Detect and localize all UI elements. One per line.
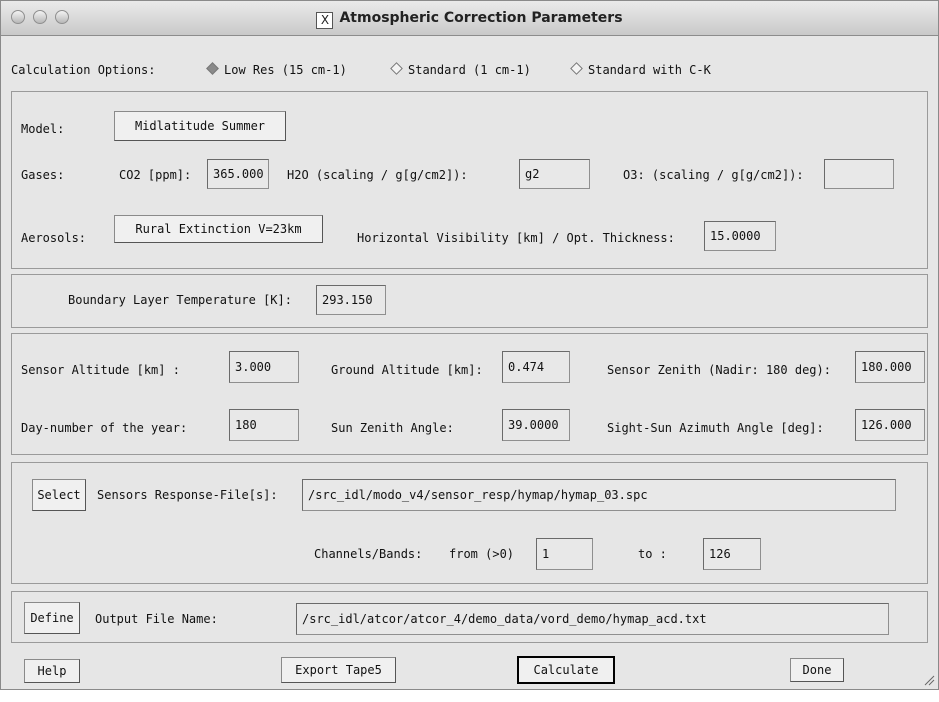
sun-zenith-input[interactable]: 39.0000 (502, 409, 570, 441)
co2-label: CO2 [ppm]: (119, 168, 192, 182)
window-title-wrap: X Atmospheric Correction Parameters (1, 1, 938, 35)
sensor-altitude-input[interactable]: 3.000 (229, 351, 299, 383)
o3-label: O3: (scaling / g[g/cm2]): (623, 168, 804, 182)
radio-unselected-icon (570, 62, 583, 75)
visibility-label: Horizontal Visibility [km] / Opt. Thickn… (357, 231, 675, 245)
o3-input[interactable] (824, 159, 894, 189)
radio-standard-label: Standard (1 cm-1) (408, 63, 531, 77)
azimuth-input[interactable]: 126.000 (855, 409, 925, 441)
radio-standard-ck-label: Standard with C-K (588, 63, 711, 77)
radio-selected-icon (206, 62, 219, 75)
output-file-label: Output File Name: (95, 612, 218, 626)
calculate-button[interactable]: Calculate (517, 656, 615, 684)
output-file-input[interactable]: /src_idl/atcor/atcor_4/demo_data/vord_de… (296, 603, 889, 635)
h2o-label: H2O (scaling / g[g/cm2]): (287, 168, 468, 182)
boundary-temp-label: Boundary Layer Temperature [K]: (68, 293, 292, 307)
sensor-zenith-label: Sensor Zenith (Nadir: 180 deg): (607, 363, 831, 377)
define-output-button[interactable]: Define (24, 602, 80, 634)
gases-label: Gases: (21, 168, 65, 182)
model-label: Model: (21, 122, 65, 136)
ground-altitude-input[interactable]: 0.474 (502, 351, 570, 383)
select-sensor-button[interactable]: Select (32, 479, 86, 511)
co2-input[interactable]: 365.000 (207, 159, 269, 189)
visibility-input[interactable]: 15.0000 (704, 221, 776, 251)
radio-standard[interactable]: Standard (1 cm-1) (390, 62, 531, 77)
ground-altitude-label: Ground Altitude [km]: (331, 363, 483, 377)
aerosol-type-button[interactable]: Rural Extinction V=23km (114, 215, 323, 243)
from-channel-input[interactable]: 1 (536, 538, 593, 570)
sensor-zenith-input[interactable]: 180.000 (855, 351, 925, 383)
sensor-file-label: Sensors Response-File[s]: (97, 488, 278, 502)
atmospheric-correction-window: X Atmospheric Correction Parameters Calcu… (0, 0, 939, 690)
h2o-input[interactable]: g2 (519, 159, 590, 189)
export-tape5-button[interactable]: Export Tape5 (281, 657, 396, 683)
sensor-file-input[interactable]: /src_idl/modo_v4/sensor_resp/hymap/hymap… (302, 479, 896, 511)
window-title: Atmospheric Correction Parameters (339, 10, 623, 26)
day-number-input[interactable]: 180 (229, 409, 299, 441)
title-bar: X Atmospheric Correction Parameters (1, 1, 938, 36)
channels-label: Channels/Bands: (314, 547, 423, 561)
x11-app-icon: X (316, 12, 334, 29)
boundary-temp-input[interactable]: 293.150 (316, 285, 386, 315)
calculation-options-label: Calculation Options: (11, 63, 156, 77)
radio-low-res[interactable]: Low Res (15 cm-1) (206, 62, 347, 77)
to-channel-input[interactable]: 126 (703, 538, 761, 570)
geometry-panel (11, 333, 928, 455)
help-button[interactable]: Help (24, 659, 80, 683)
done-button[interactable]: Done (790, 658, 844, 682)
azimuth-label: Sight-Sun Azimuth Angle [deg]: (607, 421, 824, 435)
model-select-button[interactable]: Midlatitude Summer (114, 111, 286, 141)
from-label: from (>0) (449, 547, 515, 561)
radio-standard-ck[interactable]: Standard with C-K (570, 62, 711, 77)
radio-unselected-icon (390, 62, 403, 75)
day-number-label: Day-number of the year: (21, 421, 188, 435)
radio-low-res-label: Low Res (15 cm-1) (224, 63, 347, 77)
to-label: to : (638, 547, 667, 561)
resize-grip-icon[interactable] (923, 674, 935, 686)
sensor-altitude-label: Sensor Altitude [km] : (21, 363, 180, 377)
sun-zenith-label: Sun Zenith Angle: (331, 421, 454, 435)
aerosols-label: Aerosols: (21, 231, 87, 245)
